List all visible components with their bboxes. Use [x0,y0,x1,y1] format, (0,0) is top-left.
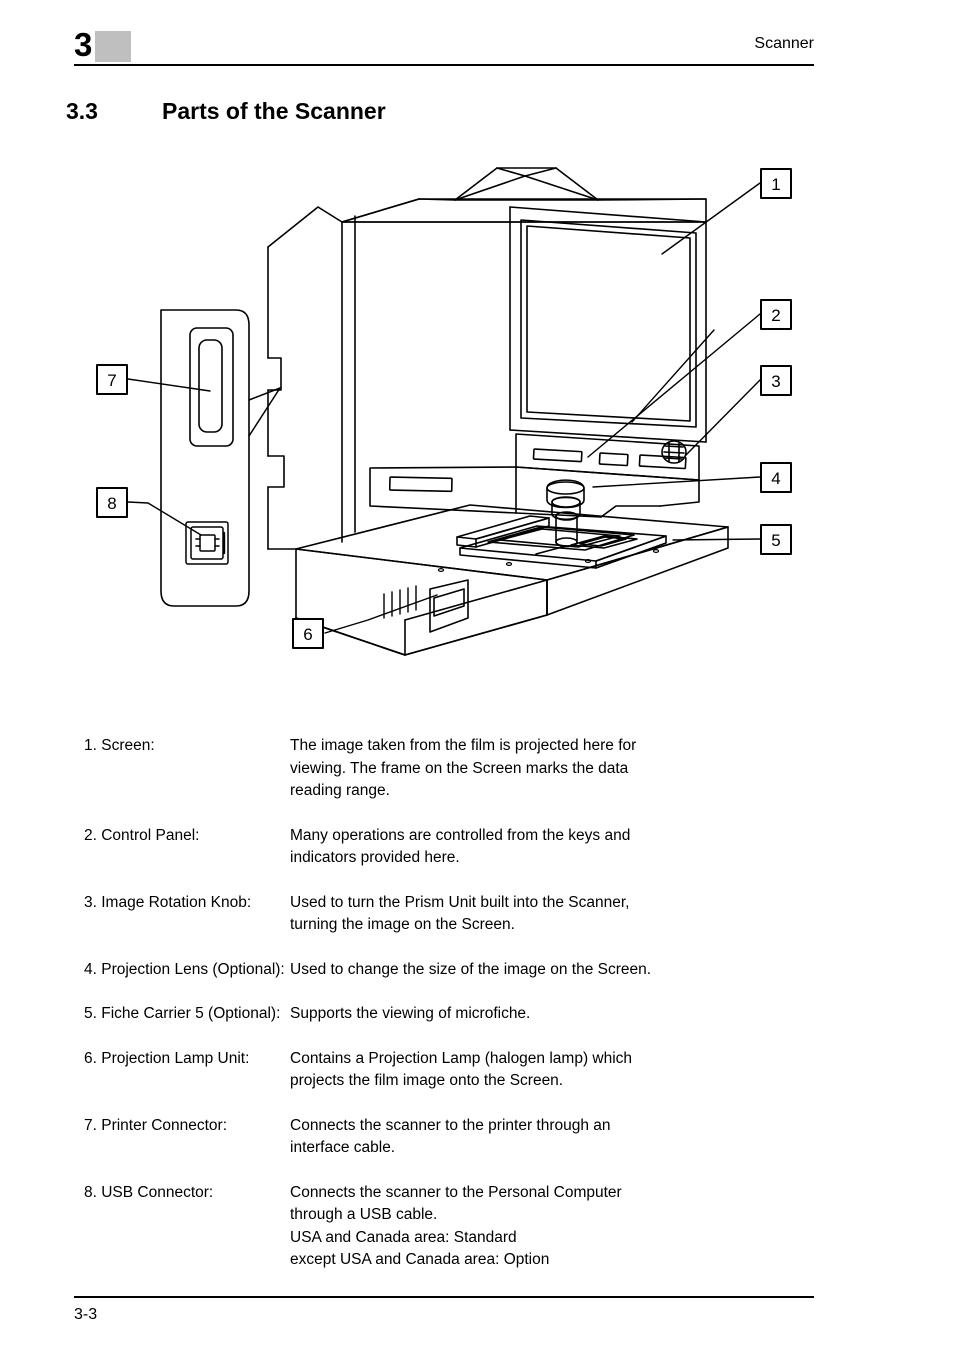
desc-line: Used to turn the Prism Unit built into t… [290,893,630,911]
section-number: 3.3 [66,98,98,124]
desc-line: USA and Canada area: Standard [290,1228,517,1246]
part-label-usb-connector: 8. USB Connector: [84,1183,214,1201]
page-title: 3.3 Parts of the Scanner [66,96,866,130]
svg-text:5: 5 [771,531,780,550]
desc-line: The image taken from the film is project… [290,737,637,754]
part-description-image-rotation-knob: Used to turn the Prism Unit built into t… [290,892,954,937]
desc-line: Supports the viewing of microfiche. [290,1005,531,1022]
desc-line: projects the film image onto the Screen. [290,1072,564,1089]
callout-6: 6 [292,618,324,649]
leader-3 [685,379,761,456]
part-row-6: 6. Projection Lamp Unit: Contains a Proj… [0,1048,954,1093]
section-title: Parts of the Scanner [162,98,386,124]
part-row-8: 8. USB Connector: Connects the scanner t… [0,1182,954,1272]
part-row-2: 2. Control Panel: Many operations are co… [0,825,954,870]
connector-detail-panel [160,309,250,607]
part-description-screen: The image taken from the film is project… [290,735,954,803]
part-row-1: 1. Screen: The image taken from the film… [0,735,954,803]
callout-7: 7 [96,364,128,395]
svg-text:3: 3 [771,372,780,391]
svg-text:4: 4 [771,469,780,488]
projection-lamp-unit [429,579,469,633]
part-row-3: 3. Image Rotation Knob: Used to turn the… [0,892,954,937]
scanner-parts-diagram: 1 2 3 4 5 6 7 8 [0,150,954,670]
desc-line: Connects the scanner to the printer thro… [290,1116,611,1134]
screen-area [520,219,697,428]
desc-line: indicators provided here. [290,849,460,866]
part-label-printer-connector: 7. Printer Connector: [84,1116,228,1134]
footer-rule [74,1296,814,1298]
header-rule [74,64,814,66]
page-header: 3 Scanner [0,0,954,80]
desc-line: Used to change the size of the image on … [290,960,652,978]
leader-7 [127,378,211,392]
desc-line: Connects the scanner to the Personal Com… [290,1183,622,1201]
callout-5: 5 [760,524,792,555]
part-description-projection-lens: Used to change the size of the image on … [290,959,954,982]
leader-2b [631,329,715,423]
scanner-base [295,504,729,656]
header-title: Scanner [754,35,814,52]
callout-boxes: 1 2 3 4 5 6 7 8 [96,168,792,649]
callout-4: 4 [760,462,792,493]
svg-text:8: 8 [107,494,116,513]
part-description-control-panel: Many operations are controlled from the … [290,825,954,870]
usb-connector-icon [185,521,229,565]
scanner-hood [454,167,599,201]
svg-text:6: 6 [303,625,312,644]
part-label-fiche-carrier: 5. Fiche Carrier 5 (Optional): [84,1005,281,1022]
svg-text:2: 2 [771,306,780,325]
part-label-projection-lens: 4. Projection Lens (Optional): [84,960,285,978]
desc-line: except USA and Canada area: Option [290,1251,550,1268]
desc-line: through a USB cable. [290,1206,438,1223]
fiche-carrier [456,515,667,569]
desc-line: Many operations are controlled from the … [290,826,631,844]
scanner-body-illustration [248,167,729,656]
leader-2a [587,313,761,458]
chapter-badge [95,31,131,62]
printer-connector-outline [189,327,234,447]
part-row-5: 5. Fiche Carrier 5 (Optional): Supports … [0,1003,954,1026]
part-label-control-panel: 2. Control Panel: [84,826,200,844]
desc-line: interface cable. [290,1139,396,1156]
part-description-fiche-carrier: Supports the viewing of microfiche. [290,1003,954,1026]
part-description-projection-lamp-unit: Contains a Projection Lamp (halogen lamp… [290,1048,954,1093]
desc-line: Contains a Projection Lamp (halogen lamp… [290,1049,633,1067]
leader-8 [127,501,202,536]
leader-1 [661,182,761,255]
svg-text:7: 7 [107,371,116,390]
part-label-image-rotation-knob: 3. Image Rotation Knob: [84,893,252,911]
part-row-7: 7. Printer Connector: Connects the scann… [0,1115,954,1160]
leader-6 [324,594,438,634]
callout-3: 3 [760,365,792,396]
rear-top-bevel [267,206,343,248]
printer-connector-slot [198,339,223,433]
callout-1: 1 [760,168,792,199]
part-label-projection-lamp-unit: 6. Projection Lamp Unit: [84,1049,250,1067]
chapter-number: 3 [74,26,92,63]
part-label-screen: 1. Screen: [84,737,155,754]
desc-line: viewing. The frame on the Screen marks t… [290,759,629,777]
part-row-4: 4. Projection Lens (Optional): Used to c… [0,959,954,982]
ventilation-slots [383,585,417,619]
callout-8: 8 [96,487,128,518]
parts-list: 1. Screen: The image taken from the film… [0,735,954,1294]
page-footer: 3-3 [0,1282,954,1352]
desc-line: turning the image on the Screen. [290,916,515,933]
base-top [295,504,729,581]
lower-front-panel [369,466,700,518]
page-number: 3-3 [74,1306,98,1323]
svg-text:1: 1 [771,175,780,194]
leader-5 [672,538,761,541]
desc-line: reading range. [290,782,390,799]
callout-2: 2 [760,299,792,330]
part-description-printer-connector: Connects the scanner to the printer thro… [290,1115,954,1160]
part-description-usb-connector: Connects the scanner to the Personal Com… [290,1182,954,1272]
